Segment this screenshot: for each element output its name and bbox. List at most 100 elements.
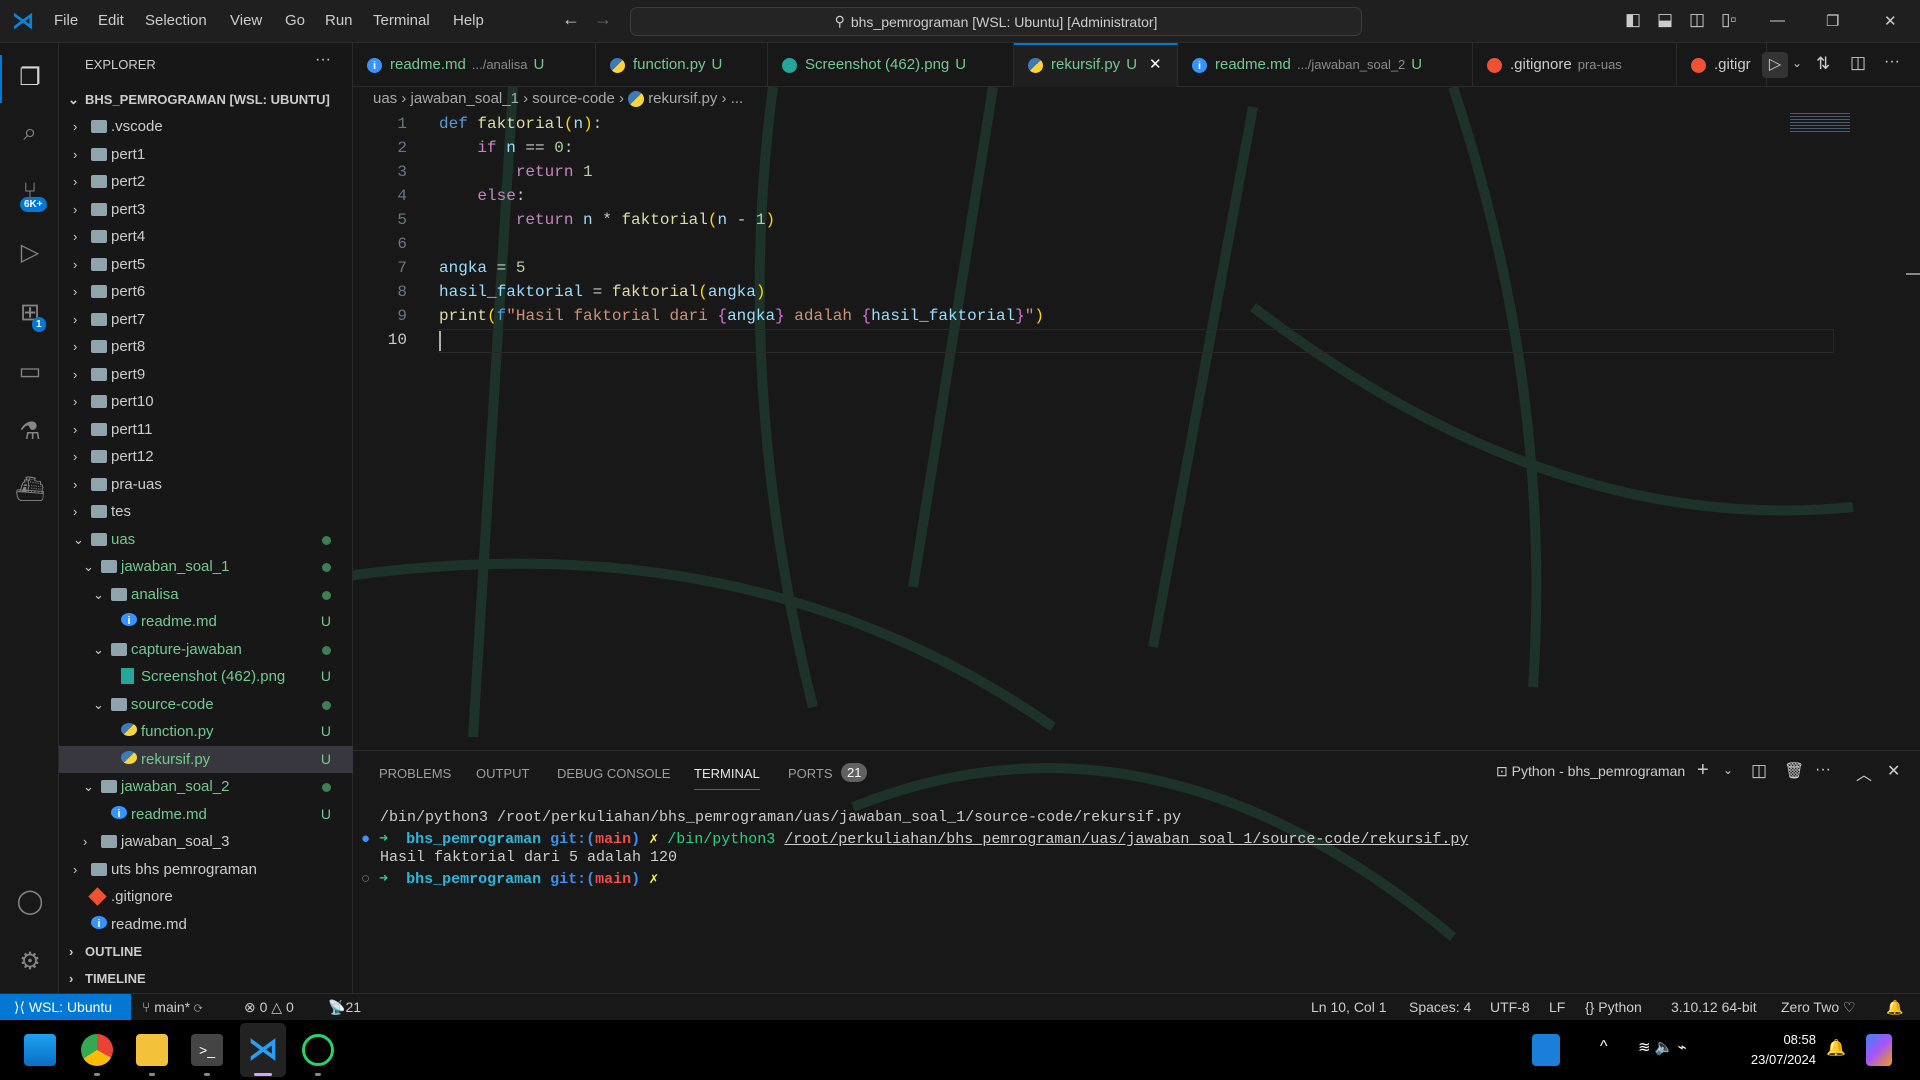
editor-tab[interactable]: Screenshot (462).png U [768, 43, 1014, 87]
docker-icon[interactable]: ⛴ [13, 473, 47, 507]
tree-item[interactable]: ⌄ capture-jawaban [59, 636, 353, 663]
minimap[interactable] [1790, 113, 1850, 133]
command-center-search[interactable]: ⚲ bhs_pemrograman [WSL: Ubuntu] [Administ… [630, 7, 1362, 36]
tab-problems[interactable]: PROBLEMS [379, 766, 451, 781]
toggle-sidebar-icon[interactable]: ◧ [1625, 10, 1641, 30]
profile-indicator[interactable]: Zero Two ♡ [1781, 999, 1856, 1016]
copilot-icon[interactable] [1866, 1034, 1892, 1066]
whatsapp-icon[interactable] [302, 1034, 334, 1066]
editor-tab[interactable]: rekursif.py U ✕ [1014, 43, 1178, 87]
code-editor[interactable]: 1 def faktorial(n): 2 if n == 0: 3 return 1… [353, 113, 1920, 750]
breadcrumb-source-code[interactable]: source-code [532, 90, 615, 107]
tree-item[interactable]: › pert10 [59, 388, 353, 415]
run-debug-icon[interactable]: ▷ [13, 236, 47, 270]
more-actions-icon[interactable]: ··· [1884, 53, 1900, 71]
vscode-taskbar-icon[interactable]: ⋊ [247, 1034, 279, 1066]
split-terminal-icon[interactable]: ◫ [1751, 761, 1767, 781]
toggle-panel-icon[interactable]: ⬓ [1657, 10, 1673, 30]
tab-debug-console[interactable]: DEBUG CONSOLE [557, 766, 670, 781]
tree-item[interactable]: rekursif.py U [59, 745, 353, 773]
tree-item[interactable]: › tes [59, 498, 353, 525]
tree-item[interactable]: i readme.md U [59, 801, 353, 828]
minimize-button[interactable]: — [1770, 12, 1785, 29]
maximize-button[interactable]: ❐ [1826, 12, 1839, 30]
tree-item[interactable]: › pert3 [59, 196, 353, 223]
tree-item[interactable]: Screenshot (462).png U [59, 663, 353, 690]
widget-app-icon[interactable] [1532, 1034, 1560, 1066]
tree-item[interactable]: › pra-uas [59, 471, 353, 498]
close-window-button[interactable]: ✕ [1884, 12, 1897, 30]
tree-item[interactable]: ⌄ jawaban_soal_2 [59, 773, 353, 800]
tab-ports[interactable]: PORTS [788, 766, 833, 781]
tree-item[interactable]: › jawaban_soal_3 [59, 828, 353, 855]
kill-terminal-icon[interactable]: 🗑 [1784, 761, 1804, 781]
tree-item[interactable]: i readme.md U [59, 608, 353, 635]
toggle-secondary-sidebar-icon[interactable]: ◫ [1689, 10, 1705, 30]
tree-item[interactable]: › pert8 [59, 333, 353, 360]
breadcrumb-rekursif-py[interactable]: rekursif.py [648, 90, 717, 107]
show-hidden-icons[interactable]: ^ [1600, 1038, 1608, 1056]
forward-arrow-icon[interactable]: → [594, 9, 612, 30]
indentation[interactable]: Spaces: 4 [1409, 999, 1471, 1015]
explorer-icon[interactable]: ❐ [13, 61, 47, 95]
python-interpreter[interactable]: 3.10.12 64-bit [1671, 999, 1757, 1015]
menu-selection[interactable]: Selection [145, 12, 207, 29]
customize-layout-icon[interactable]: ▯▫ [1721, 10, 1736, 30]
testing-icon[interactable]: ⚗ [13, 415, 47, 449]
new-terminal-icon[interactable]: + [1697, 759, 1709, 782]
open-changes-icon[interactable]: ⇅ [1816, 54, 1830, 74]
breadcrumb-symbols[interactable]: ... [731, 90, 744, 107]
editor-tab[interactable]: .gitignore pra-uas [1473, 43, 1677, 87]
tree-item[interactable]: ⌄ uas [59, 526, 353, 553]
editor-tab[interactable]: i readme.md .../analisa U [353, 43, 596, 87]
menu-file[interactable]: File [54, 12, 78, 29]
tree-item[interactable]: › pert2 [59, 168, 353, 195]
tree-item[interactable]: ⌄ source-code [59, 691, 353, 718]
settings-gear-icon[interactable]: ⚙ [13, 945, 47, 979]
menu-run[interactable]: Run [325, 12, 353, 29]
tree-item[interactable]: › pert5 [59, 251, 353, 278]
windows-start-icon[interactable] [24, 1034, 56, 1066]
tab-output[interactable]: OUTPUT [476, 766, 529, 781]
breadcrumb-uas[interactable]: uas [373, 90, 397, 107]
menu-view[interactable]: View [230, 12, 262, 29]
notifications-bell-icon[interactable]: 🔔 [1886, 999, 1903, 1016]
accounts-icon[interactable]: ◯ [13, 885, 47, 919]
run-python-file-icon[interactable]: ▷ [1762, 52, 1788, 78]
tree-item[interactable]: › pert6 [59, 278, 353, 305]
tree-item[interactable]: .gitignore [59, 883, 353, 910]
terminal-dropdown-icon[interactable]: ⌄ [1723, 763, 1733, 777]
terminal-output[interactable]: /bin/python3 /root/perkuliahan/bhs_pemro… [353, 809, 1893, 899]
explorer-more-icon[interactable]: ··· [315, 51, 331, 69]
outline-section[interactable]: › OUTLINE [59, 938, 353, 965]
menu-help[interactable]: Help [453, 12, 484, 29]
tree-item[interactable]: i readme.md [59, 911, 353, 938]
tree-item[interactable]: › pert7 [59, 306, 353, 333]
problems-indicator[interactable]: ⊗ 0 △ 0 [244, 999, 294, 1016]
chrome-icon[interactable] [81, 1034, 113, 1066]
panel-more-icon[interactable]: ··· [1815, 761, 1831, 779]
tree-item[interactable]: ⌄ jawaban_soal_1 [59, 553, 353, 580]
tree-item[interactable]: ⌄ analisa [59, 581, 353, 608]
remote-explorer-icon[interactable]: ▭ [13, 355, 47, 389]
branch-indicator[interactable]: ⑂ main* ⟳ [142, 999, 202, 1015]
menu-edit[interactable]: Edit [98, 12, 124, 29]
editor-tab[interactable]: function.py U [596, 43, 768, 87]
tree-item[interactable]: › pert9 [59, 361, 353, 388]
ports-indicator[interactable]: 📡21 [328, 999, 361, 1016]
editor-tab[interactable]: .gitigr [1677, 43, 1767, 87]
back-arrow-icon[interactable]: ← [562, 9, 580, 30]
terminal-app-icon[interactable]: >_ [191, 1034, 223, 1066]
run-dropdown-chevron-icon[interactable]: ⌄ [1792, 56, 1802, 70]
terminal-instance[interactable]: ⊡ Python - bhs_pemrograman [1496, 763, 1685, 780]
tab-terminal[interactable]: TERMINAL [694, 766, 760, 790]
remote-indicator[interactable]: ⟩⟨ WSL: Ubuntu [0, 994, 131, 1021]
encoding[interactable]: UTF-8 [1490, 999, 1530, 1015]
menu-go[interactable]: Go [285, 12, 305, 29]
clock-time[interactable]: 08:58 [1740, 1032, 1816, 1047]
tree-item[interactable]: › pert11 [59, 416, 353, 443]
split-editor-icon[interactable]: ◫ [1850, 53, 1866, 73]
file-explorer-icon[interactable] [136, 1034, 168, 1066]
workspace-root[interactable]: ⌄ BHS_PEMROGRAMAN [WSL: UBUNTU] [59, 86, 353, 113]
tree-item[interactable]: › pert4 [59, 223, 353, 250]
